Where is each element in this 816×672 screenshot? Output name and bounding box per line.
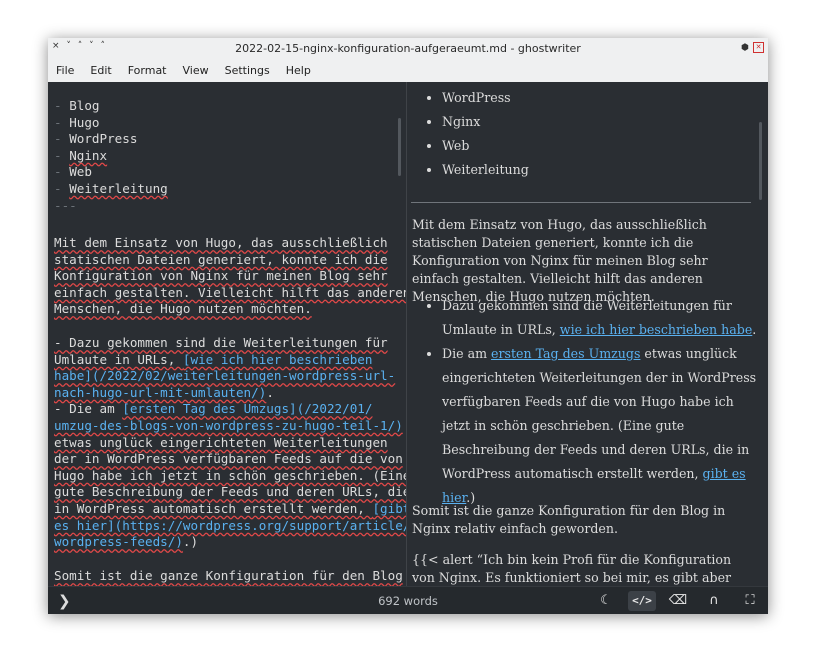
editor-link: [wie ich hier beschrieben [182,351,373,367]
html-preview-icon[interactable]: </> [628,591,656,611]
editor-link: umzug-des-blogs-von-wordpress-zu-hugo-te… [54,417,403,433]
editor-paragraph: Somit ist die ganze Konfiguration für de… [54,568,403,583]
tag-line: Weiterleitung [69,180,168,196]
preview-paragraph: Mit dem Einsatz von Hugo, das ausschließ… [412,217,708,304]
frontmatter-tags: - Blog - Hugo - WordPress - Nginx - Web … [54,98,168,213]
moon-icon[interactable]: ☾ [592,591,620,611]
editor-scrollbar[interactable] [398,118,401,176]
window-controls-right: ⬢ ✕ [741,42,764,53]
editor-link: [gibt [372,500,406,516]
markdown-editor[interactable]: - Blog - Hugo - WordPress - Nginx - Web … [48,82,406,586]
editor-link: habe](/2022/02/weiterleitungen-wordpress… [54,368,396,384]
title-bar: × ˅ ˄ ˅ ˄ 2022-02-15-nginx-konfiguration… [48,38,768,61]
headphones-icon[interactable]: ∩ [700,591,728,611]
editor-link: es hier](https://wordpress.org/support/a… [54,517,406,533]
menu-format[interactable]: Format [120,60,175,82]
preview-paragraph: {{< alert “Ich bin kein Profi für die Ko… [412,552,732,585]
horizontal-rule [411,202,751,203]
html-preview: WordPress Nginx Web Weiterleitung Mit de… [407,82,768,586]
app-window: × ˅ ˄ ˅ ˄ 2022-02-15-nginx-konfiguration… [48,38,768,614]
preview-paragraph: Somit ist die ganze Konfiguration für de… [412,503,726,536]
status-bar: ❯ 692 words ☾ </> ⌫ ∩ ⛶ [48,586,768,614]
menu-file[interactable]: File [48,60,82,82]
window-title: 2022-02-15-nginx-konfiguration-aufgeraeu… [235,42,581,55]
tag-line: Nginx [69,147,108,163]
editor-paragraph: Mit dem Einsatz von Hugo, das ausschließ… [54,235,406,317]
list-item: Web [442,134,768,158]
menu-view[interactable]: View [175,60,217,82]
list-item: Nginx [442,110,768,134]
editor-link: nach-hugo-url-mit-umlauten/) [54,384,267,400]
menu-help[interactable]: Help [278,60,319,82]
backspace-icon[interactable]: ⌫ [664,591,692,611]
close-icon[interactable]: ✕ [753,42,764,53]
frontmatter-separator: --- [54,197,77,213]
menu-edit[interactable]: Edit [82,60,119,82]
preview-list: Dazu gekommen sind die Weiterleitungen f… [412,294,757,510]
preview-link[interactable]: wie ich hier beschrieben habe [560,322,752,337]
list-item: Dazu gekommen sind die Weiterleitungen f… [442,294,757,342]
tag-line: Hugo [69,114,100,130]
pin-icon[interactable]: ⬢ [741,43,749,53]
tag-line: WordPress [69,131,138,147]
fullscreen-icon[interactable]: ⛶ [736,591,764,611]
list-item: Weiterleitung [442,158,768,182]
menu-settings[interactable]: Settings [217,60,278,82]
preview-scrollbar[interactable] [759,122,762,200]
menu-bar: File Edit Format View Settings Help [48,60,768,83]
list-item: Die am ersten Tag des Umzugs etwas unglü… [442,342,757,510]
editor-link: [ersten Tag des Umzugs](/2022/01/ [122,401,373,417]
word-count: 692 words [378,594,438,608]
preview-link[interactable]: ersten Tag des Umzugs [491,346,640,361]
editor-list: - Dazu gekommen sind die Weiterleitungen… [54,335,406,551]
editor-link: wordpress-feeds/) [54,534,183,550]
tag-line: Blog [69,98,100,113]
list-item: WordPress [442,86,768,110]
tag-line: Web [69,164,92,180]
preview-tag-list: WordPress Nginx Web Weiterleitung [412,86,768,182]
